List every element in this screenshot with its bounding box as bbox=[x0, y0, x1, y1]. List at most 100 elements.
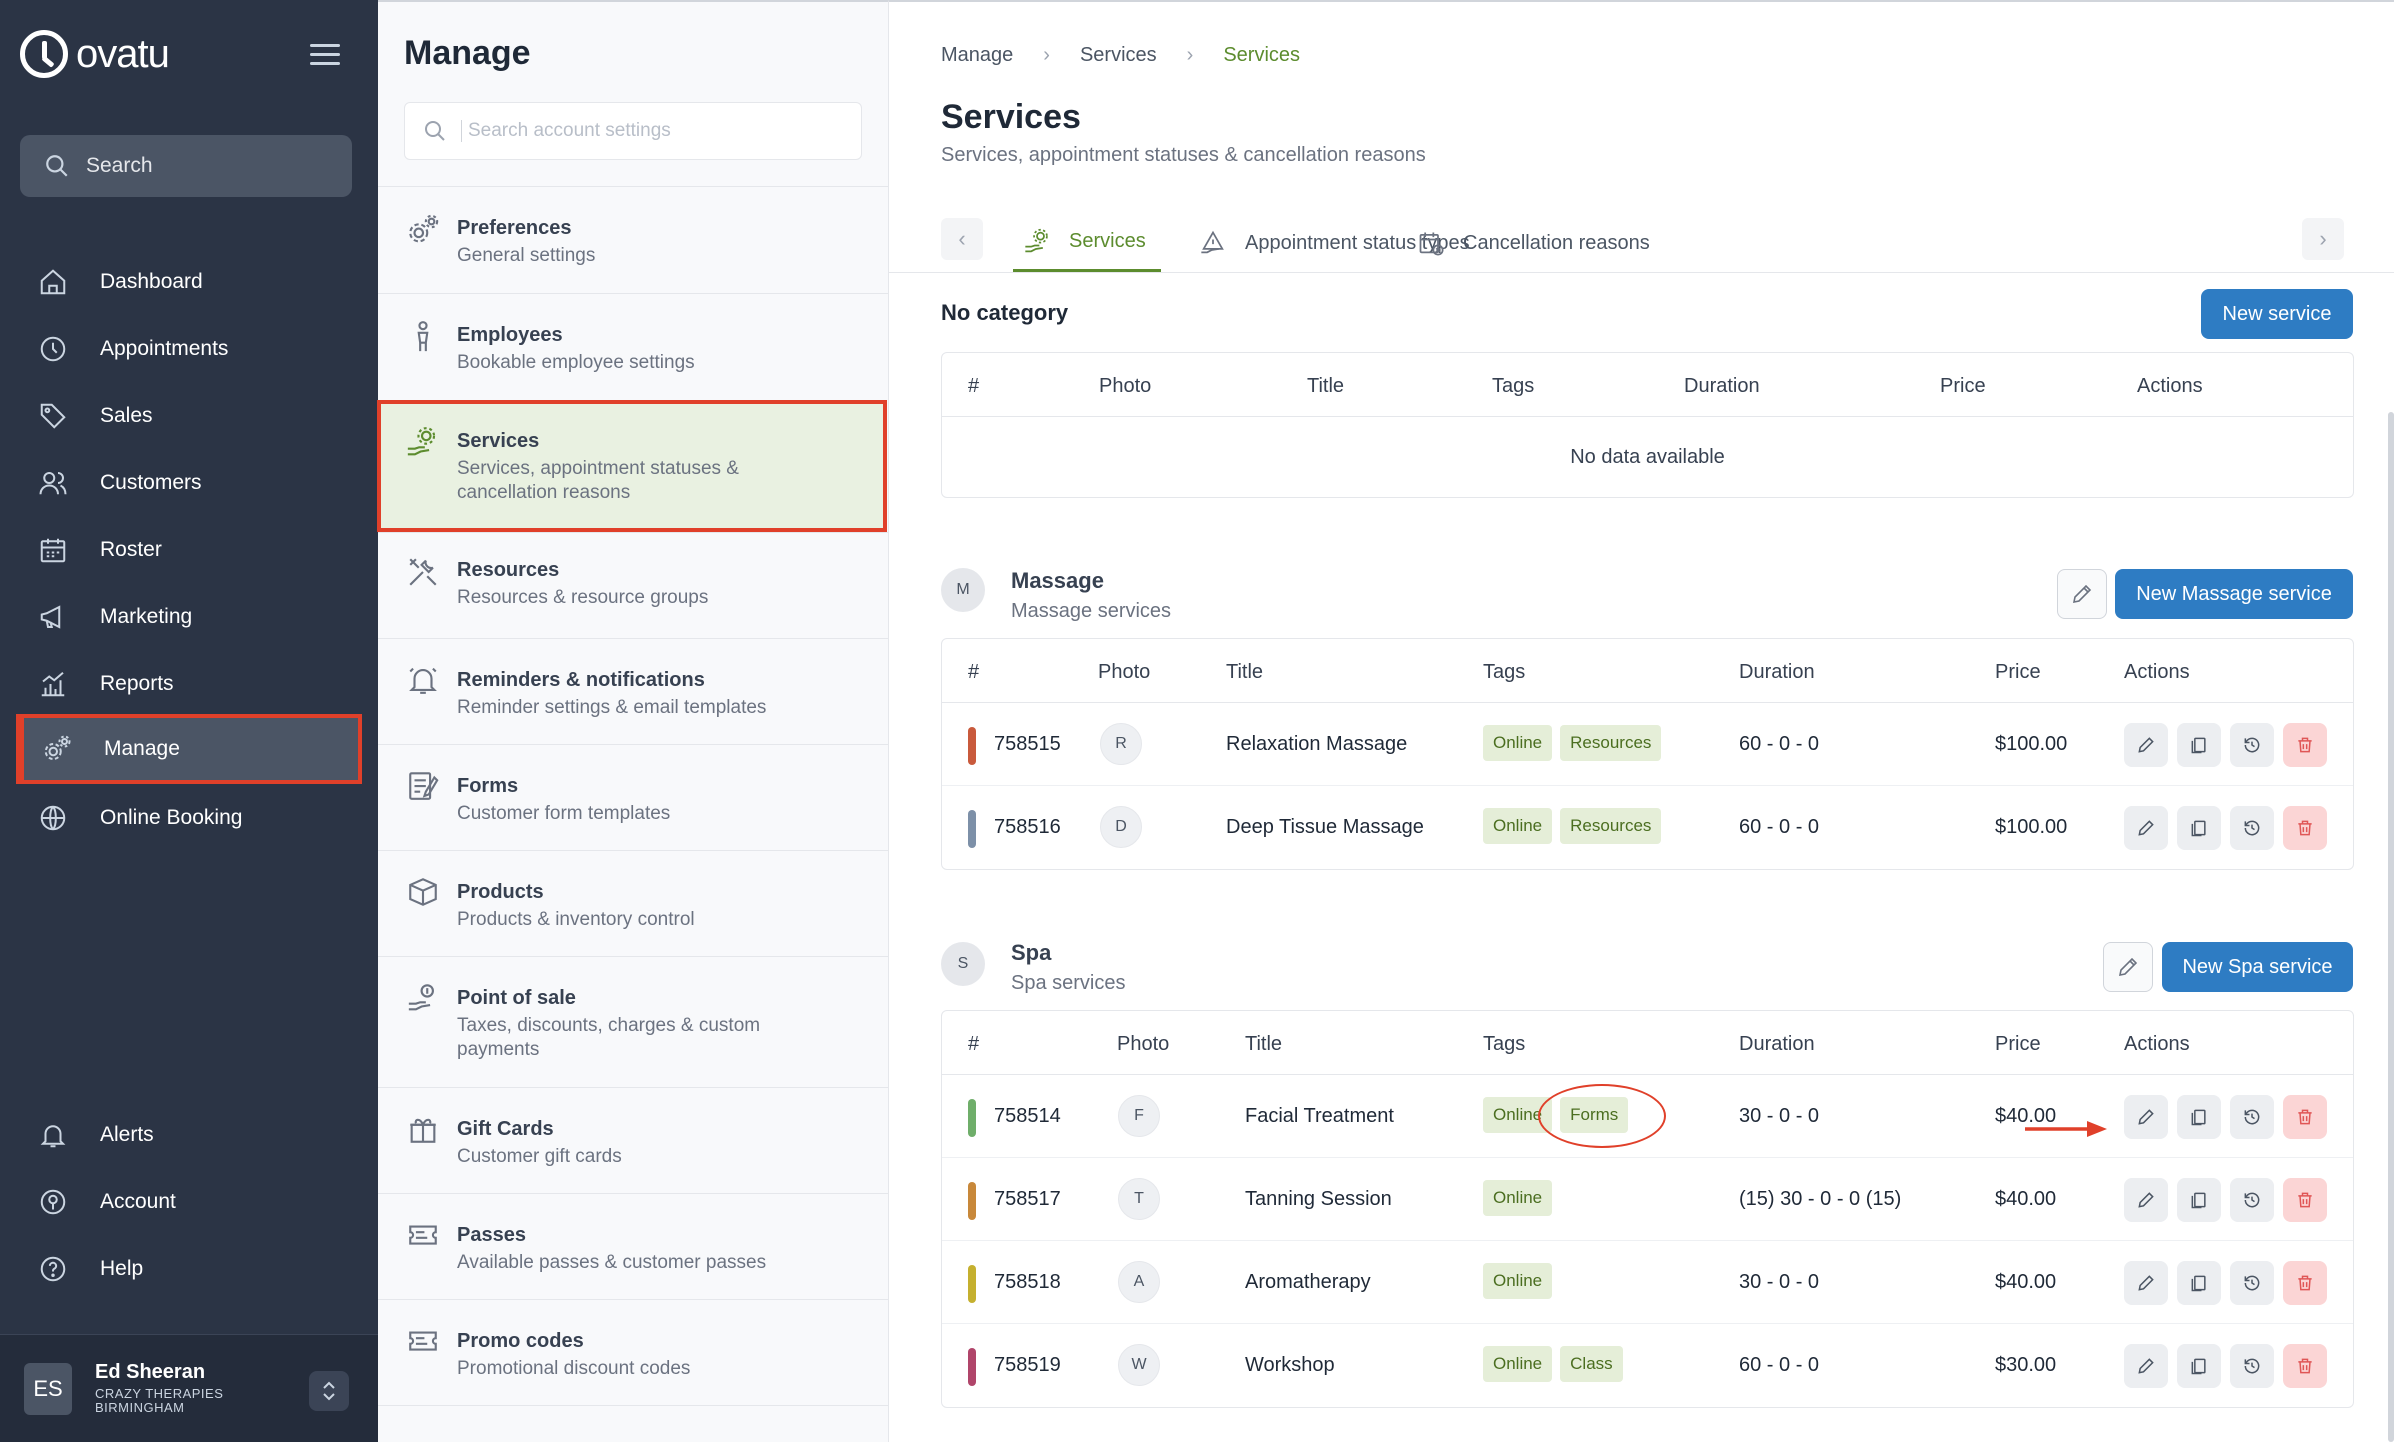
delete-button[interactable] bbox=[2283, 1344, 2327, 1388]
edit-button[interactable] bbox=[2124, 1344, 2168, 1388]
settings-item-services[interactable]: Services Services, appointment statuses … bbox=[377, 400, 887, 532]
table-row[interactable]: 758516 D Deep Tissue Massage Online Reso… bbox=[942, 786, 2353, 869]
tab-cancellation-reasons[interactable]: Cancellation reasons bbox=[1417, 214, 1650, 272]
nav-item-account[interactable]: Account bbox=[20, 1171, 360, 1233]
settings-item-products[interactable]: Products Products & inventory control bbox=[378, 850, 889, 956]
menu-icon[interactable] bbox=[310, 44, 340, 66]
edit-button[interactable] bbox=[2124, 1095, 2168, 1139]
column-header: Photo bbox=[1117, 1033, 1170, 1055]
history-icon bbox=[2244, 1192, 2260, 1208]
settings-item-promo-codes[interactable]: Promo codes Promotional discount codes bbox=[378, 1299, 889, 1405]
settings-item-employees[interactable]: Employees Bookable employee settings bbox=[378, 293, 889, 400]
nav-item-manage[interactable]: Manage bbox=[16, 714, 362, 784]
delete-button[interactable] bbox=[2283, 1095, 2327, 1139]
history-button[interactable] bbox=[2230, 1261, 2274, 1305]
column-header: Tags bbox=[1492, 375, 1535, 397]
history-icon bbox=[2244, 1275, 2260, 1291]
delete-button[interactable] bbox=[2283, 1261, 2327, 1305]
duplicate-button[interactable] bbox=[2177, 723, 2221, 767]
globe-icon bbox=[36, 801, 70, 835]
settings-item-point-of-sale[interactable]: Point of sale Taxes, discounts, charges … bbox=[378, 956, 889, 1087]
settings-item-subtitle: Available passes & customer passes bbox=[457, 1252, 767, 1273]
table-header: # Photo Title Tags Duration Price Action… bbox=[942, 353, 2353, 417]
account-switch-button[interactable] bbox=[309, 1371, 349, 1411]
nav-item-dashboard[interactable]: Dashboard bbox=[20, 251, 360, 313]
nav-item-appointments[interactable]: Appointments bbox=[20, 318, 360, 380]
column-header: Title bbox=[1226, 661, 1264, 683]
nav-search-label: Search bbox=[86, 154, 153, 177]
nav-item-customers[interactable]: Customers bbox=[20, 452, 360, 514]
edit-button[interactable] bbox=[2124, 723, 2168, 767]
search-icon bbox=[46, 155, 68, 177]
new-massage-service-button[interactable]: New Massage service bbox=[2115, 569, 2353, 619]
tab-scroll-left-button[interactable]: ‹ bbox=[941, 218, 983, 260]
duplicate-button[interactable] bbox=[2177, 1095, 2221, 1139]
settings-item-preferences[interactable]: Preferences General settings bbox=[378, 186, 889, 293]
nav-item-reports[interactable]: Reports bbox=[20, 653, 360, 715]
table-row[interactable]: 758519 W Workshop Online Class 60 - 0 - … bbox=[942, 1324, 2353, 1407]
service-color-bar bbox=[968, 1348, 976, 1386]
settings-item-title: Products bbox=[457, 881, 544, 903]
service-title: Aromatherapy bbox=[1245, 1271, 1371, 1293]
table-row[interactable]: 758517 T Tanning Session Online (15) 30 … bbox=[942, 1158, 2353, 1241]
tab-scroll-right-button[interactable]: › bbox=[2302, 218, 2344, 260]
nav-search[interactable]: Search bbox=[20, 135, 352, 197]
settings-item-resources[interactable]: Resources Resources & resource groups bbox=[378, 532, 889, 638]
settings-item-passes[interactable]: Passes Available passes & customer passe… bbox=[378, 1193, 889, 1299]
pencil-icon bbox=[2138, 1358, 2154, 1374]
gears-icon bbox=[40, 732, 74, 766]
settings-item-title: Promo codes bbox=[457, 1330, 584, 1352]
service-price: $30.00 bbox=[1995, 1354, 2057, 1376]
table-row[interactable]: 758515 R Relaxation Massage Online Resou… bbox=[942, 703, 2353, 786]
nav-item-marketing[interactable]: Marketing bbox=[20, 586, 360, 648]
settings-item-subtitle: Reminder settings & email templates bbox=[457, 697, 767, 718]
service-duration: 30 - 0 - 0 bbox=[1739, 1271, 1820, 1293]
new-service-button[interactable]: New service bbox=[2201, 289, 2353, 339]
nav-item-label: Customers bbox=[100, 471, 202, 494]
history-button[interactable] bbox=[2230, 1095, 2274, 1139]
page-scrollbar[interactable] bbox=[2388, 412, 2394, 1442]
edit-category-button[interactable] bbox=[2103, 942, 2153, 992]
tab-services[interactable]: Services bbox=[1013, 214, 1161, 272]
edit-button[interactable] bbox=[2124, 806, 2168, 850]
nav-item-help[interactable]: Help bbox=[20, 1238, 360, 1300]
history-button[interactable] bbox=[2230, 806, 2274, 850]
history-icon bbox=[2244, 820, 2260, 836]
edit-button[interactable] bbox=[2124, 1178, 2168, 1222]
service-tags: Online bbox=[1483, 1180, 1553, 1216]
duplicate-button[interactable] bbox=[2177, 1261, 2221, 1305]
service-duration: 30 - 0 - 0 bbox=[1739, 1105, 1820, 1127]
settings-item-forms[interactable]: Forms Customer form templates bbox=[378, 744, 889, 850]
nav-item-sales[interactable]: Sales bbox=[20, 385, 360, 447]
user-profile[interactable]: ES Ed Sheeran CRAZY THERAPIES BIRMINGHAM bbox=[0, 1334, 378, 1442]
trash-icon bbox=[2298, 1358, 2312, 1374]
edit-button[interactable] bbox=[2124, 1261, 2168, 1305]
settings-item-reminders[interactable]: Reminders & notifications Reminder setti… bbox=[378, 638, 889, 744]
column-header: Duration bbox=[1739, 661, 1815, 683]
breadcrumb-item[interactable]: Manage bbox=[941, 44, 1013, 67]
history-button[interactable] bbox=[2230, 723, 2274, 767]
nav-item-label: Manage bbox=[104, 737, 180, 760]
nav-item-alerts[interactable]: Alerts bbox=[20, 1104, 360, 1166]
table-row[interactable]: 758518 A Aromatherapy Online 30 - 0 - 0 … bbox=[942, 1241, 2353, 1324]
edit-category-button[interactable] bbox=[2057, 569, 2107, 619]
service-duration: 60 - 0 - 0 bbox=[1739, 733, 1820, 755]
settings-item-gift-cards[interactable]: Gift Cards Customer gift cards bbox=[378, 1087, 889, 1193]
duplicate-button[interactable] bbox=[2177, 806, 2221, 850]
history-button[interactable] bbox=[2230, 1344, 2274, 1388]
no-category-table: # Photo Title Tags Duration Price Action… bbox=[941, 352, 2354, 498]
breadcrumb-item[interactable]: Services bbox=[1080, 44, 1157, 67]
history-button[interactable] bbox=[2230, 1178, 2274, 1222]
delete-button[interactable] bbox=[2283, 723, 2327, 767]
duplicate-button[interactable] bbox=[2177, 1344, 2221, 1388]
new-spa-service-button[interactable]: New Spa service bbox=[2162, 942, 2353, 992]
nav-item-online-booking[interactable]: Online Booking bbox=[20, 787, 360, 849]
ovatu-logo[interactable]: ovatu bbox=[20, 30, 170, 78]
delete-button[interactable] bbox=[2283, 1178, 2327, 1222]
nav-item-label: Reports bbox=[100, 672, 174, 695]
nav-item-roster[interactable]: Roster bbox=[20, 519, 360, 581]
column-header: Price bbox=[1995, 661, 2041, 683]
duplicate-button[interactable] bbox=[2177, 1178, 2221, 1222]
settings-search-input[interactable]: Search account settings bbox=[404, 102, 862, 160]
delete-button[interactable] bbox=[2283, 806, 2327, 850]
